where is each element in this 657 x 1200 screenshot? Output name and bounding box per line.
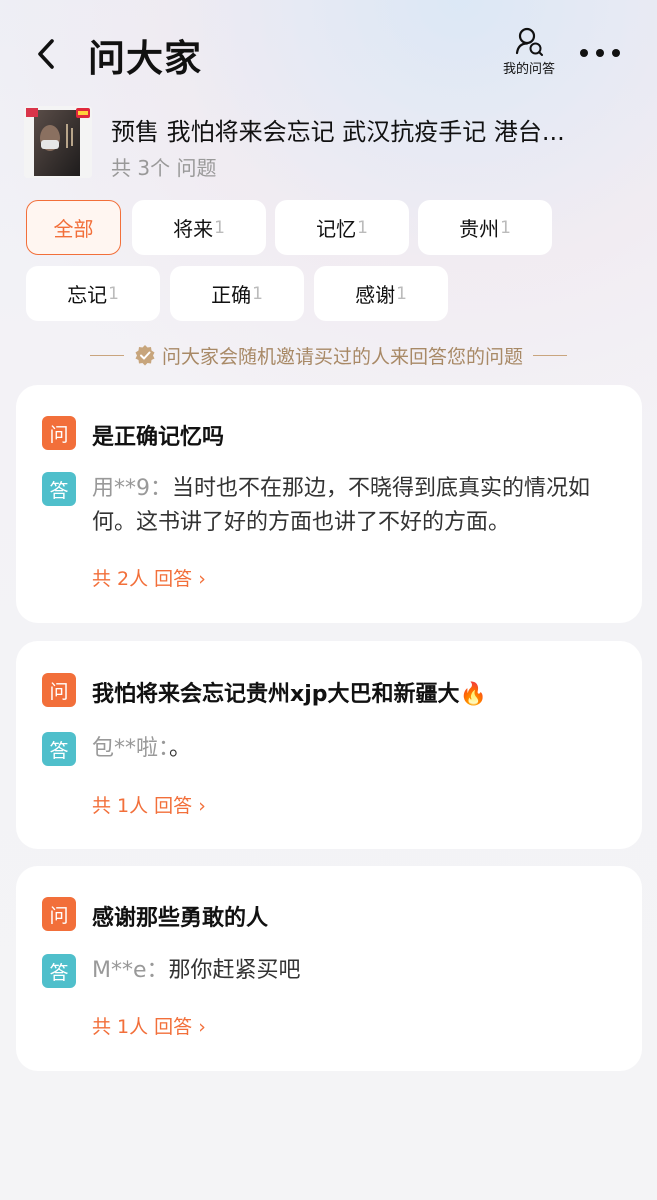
question-card[interactable]: 问 我怕将来会忘记贵州xjp大巴和新疆大🔥 答 包**啦：。 共 1人 回答 › xyxy=(16,641,642,849)
tag-label: 感谢 xyxy=(355,283,396,307)
tag-count: 1 xyxy=(500,217,511,238)
answer-content: 包**啦：。 xyxy=(92,732,612,766)
back-chevron-icon xyxy=(38,39,54,69)
page-title: 问大家 xyxy=(88,37,202,80)
tag-label: 将来 xyxy=(173,217,214,241)
product-cover-image xyxy=(24,106,92,178)
product-summary[interactable]: 预售 我怕将来会忘记 武汉抗疫手记 港台... 共 3个 问题 xyxy=(24,104,634,180)
back-button[interactable] xyxy=(30,32,66,76)
answer-text: 。 xyxy=(169,736,192,761)
tag-label: 全部 xyxy=(53,217,94,241)
question-badge: 问 xyxy=(42,897,76,931)
tag-label: 贵州 xyxy=(459,217,500,241)
tag-ganxie[interactable]: 感谢 1 xyxy=(314,266,448,321)
tag-jiyi[interactable]: 记忆 1 xyxy=(275,200,409,255)
more-dots-icon xyxy=(580,49,620,57)
tag-label: 记忆 xyxy=(316,217,357,241)
answer-count-link[interactable]: 共 1人 回答 › xyxy=(92,791,206,818)
question-text: 感谢那些勇敢的人 xyxy=(92,906,269,931)
question-text: 是正确记忆吗 xyxy=(92,425,225,450)
tag-count: 1 xyxy=(357,217,368,238)
answer-text: 那你赶紧买吧 xyxy=(168,958,301,983)
more-button[interactable] xyxy=(578,40,622,66)
user-question-icon xyxy=(515,27,543,56)
question-card[interactable]: 问 是正确记忆吗 答 用**9：当时也不在那边，不晓得到底真实的情况如何。这书讲… xyxy=(16,385,642,623)
answer-badge: 答 xyxy=(42,732,76,766)
answer-user: M**e： xyxy=(92,958,169,983)
answer-count-link[interactable]: 共 1人 回答 › xyxy=(92,1012,206,1039)
my-questions-button[interactable]: 我的问答 xyxy=(496,26,562,82)
tag-count: 1 xyxy=(396,283,407,304)
tag-zhengque[interactable]: 正确 1 xyxy=(170,266,304,321)
answer-user: 用**9： xyxy=(92,476,172,501)
answer-content: 用**9：当时也不在那边，不晓得到底真实的情况如何。这书讲了好的方面也讲了不好的… xyxy=(92,472,612,540)
top-bar: 问大家 我的问答 xyxy=(0,0,657,100)
question-card[interactable]: 问 感谢那些勇敢的人 答 M**e：那你赶紧买吧 共 1人 回答 › xyxy=(16,866,642,1071)
tag-wangji[interactable]: 忘记 1 xyxy=(26,266,160,321)
question-badge: 问 xyxy=(42,673,76,707)
notice-divider-left xyxy=(89,354,124,356)
answer-badge: 答 xyxy=(42,472,76,506)
answer-badge: 答 xyxy=(42,954,76,988)
answer-count-link[interactable]: 共 2人 回答 › xyxy=(92,564,206,591)
tag-guizhou[interactable]: 贵州 1 xyxy=(418,200,552,255)
notice-text: 问大家会随机邀请买过的人来回答您的问题 xyxy=(161,345,523,368)
notice-divider-right xyxy=(533,354,567,356)
product-question-count: 共 3个 问题 xyxy=(111,156,217,180)
tag-count: 1 xyxy=(108,283,119,304)
product-title: 预售 我怕将来会忘记 武汉抗疫手记 港台... xyxy=(111,118,565,146)
my-questions-label: 我的问答 xyxy=(502,62,555,77)
question-text: 我怕将来会忘记贵州xjp大巴和新疆大🔥 xyxy=(92,682,487,707)
answer-user: 包**啦： xyxy=(92,736,170,761)
tag-all[interactable]: 全部 xyxy=(26,200,121,255)
question-badge: 问 xyxy=(42,416,76,450)
invite-notice: 问大家会随机邀请买过的人来回答您的问题 xyxy=(0,340,657,370)
answer-content: M**e：那你赶紧买吧 xyxy=(92,954,612,988)
tag-jianglai[interactable]: 将来 1 xyxy=(132,200,266,255)
tag-label: 正确 xyxy=(211,283,252,307)
verified-badge-icon xyxy=(135,345,155,366)
tag-count: 1 xyxy=(252,283,263,304)
tag-count: 1 xyxy=(214,217,225,238)
tag-label: 忘记 xyxy=(67,283,108,307)
